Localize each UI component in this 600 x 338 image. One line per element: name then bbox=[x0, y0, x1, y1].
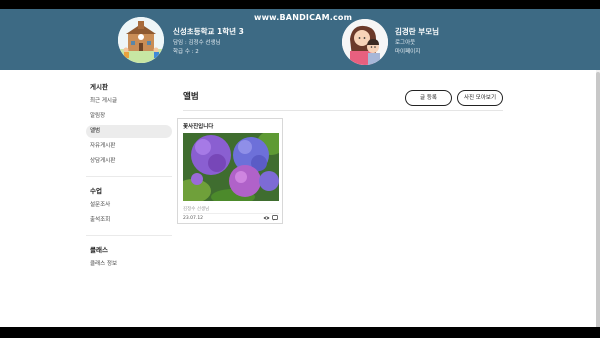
album-card-date: 23.07.12 bbox=[183, 216, 204, 221]
sidebar-item-recent[interactable]: 최근 게시글 bbox=[86, 95, 172, 108]
page-title: 앨범 bbox=[183, 92, 199, 102]
bottom-bar bbox=[0, 327, 600, 338]
sidebar-group-title-classroom: 클래스 bbox=[90, 246, 108, 254]
sidebar: 게시판 최근 게시글 알림장 앨범 자유게시판 상담게시판 수업 설문조사 출석… bbox=[86, 81, 172, 271]
parent-avatar[interactable] bbox=[342, 19, 388, 65]
album-card-photo[interactable] bbox=[183, 133, 279, 201]
school-name: 신성초등학교 1학년 3 bbox=[173, 27, 244, 36]
album-card[interactable]: 꽃사진입니다 김정수 선생님 23.07.12 bbox=[177, 118, 283, 224]
sidebar-divider bbox=[86, 235, 172, 236]
sidebar-divider bbox=[86, 176, 172, 177]
logout-link[interactable]: 로그아웃 bbox=[395, 38, 415, 46]
hydrangea-photo-icon bbox=[183, 133, 279, 201]
sidebar-group-title-board: 게시판 bbox=[90, 83, 108, 91]
sidebar-item-notice[interactable]: 알림장 bbox=[86, 110, 172, 123]
parent-name: 김경란 부모님 bbox=[395, 27, 440, 36]
school-student-count: 학급 수 : 2 bbox=[173, 49, 199, 55]
eye-icon bbox=[263, 216, 270, 220]
album-card-title: 꽃사진입니다 bbox=[183, 124, 214, 130]
card-divider bbox=[183, 213, 279, 214]
sidebar-item-album[interactable]: 앨범 bbox=[86, 125, 172, 138]
write-post-button[interactable]: 글 등록 bbox=[405, 90, 452, 106]
comment-icon bbox=[272, 215, 278, 221]
album-card-author: 김정수 선생님 bbox=[183, 207, 210, 212]
sidebar-item-counsel[interactable]: 상담게시판 bbox=[86, 155, 172, 168]
school-teacher: 담임 : 김정수 선생님 bbox=[173, 40, 221, 46]
school-building-icon bbox=[118, 17, 164, 63]
scrollbar-thumb[interactable] bbox=[596, 72, 600, 327]
sidebar-group-title-class: 수업 bbox=[90, 187, 102, 195]
watermark: www.BANDICAM.com bbox=[254, 13, 353, 22]
sidebar-item-attendance[interactable]: 출석조회 bbox=[86, 214, 172, 227]
mypage-link[interactable]: 마이페이지 bbox=[395, 47, 420, 55]
sidebar-item-free-board[interactable]: 자유게시판 bbox=[86, 140, 172, 153]
photo-gallery-button[interactable]: 사진 모아보기 bbox=[457, 90, 503, 106]
parent-child-icon bbox=[342, 19, 388, 65]
sidebar-item-class-info[interactable]: 클래스 정보 bbox=[86, 258, 172, 271]
app-frame: 신성초등학교 1학년 3 담임 : 김정수 선생님 학급 수 : 2 www.B… bbox=[0, 9, 600, 327]
scrollbar[interactable] bbox=[596, 70, 600, 327]
title-divider bbox=[183, 110, 503, 111]
header: 신성초등학교 1학년 3 담임 : 김정수 선생님 학급 수 : 2 www.B… bbox=[0, 9, 600, 70]
sidebar-item-survey[interactable]: 설문조사 bbox=[86, 199, 172, 212]
school-avatar[interactable] bbox=[118, 17, 164, 63]
